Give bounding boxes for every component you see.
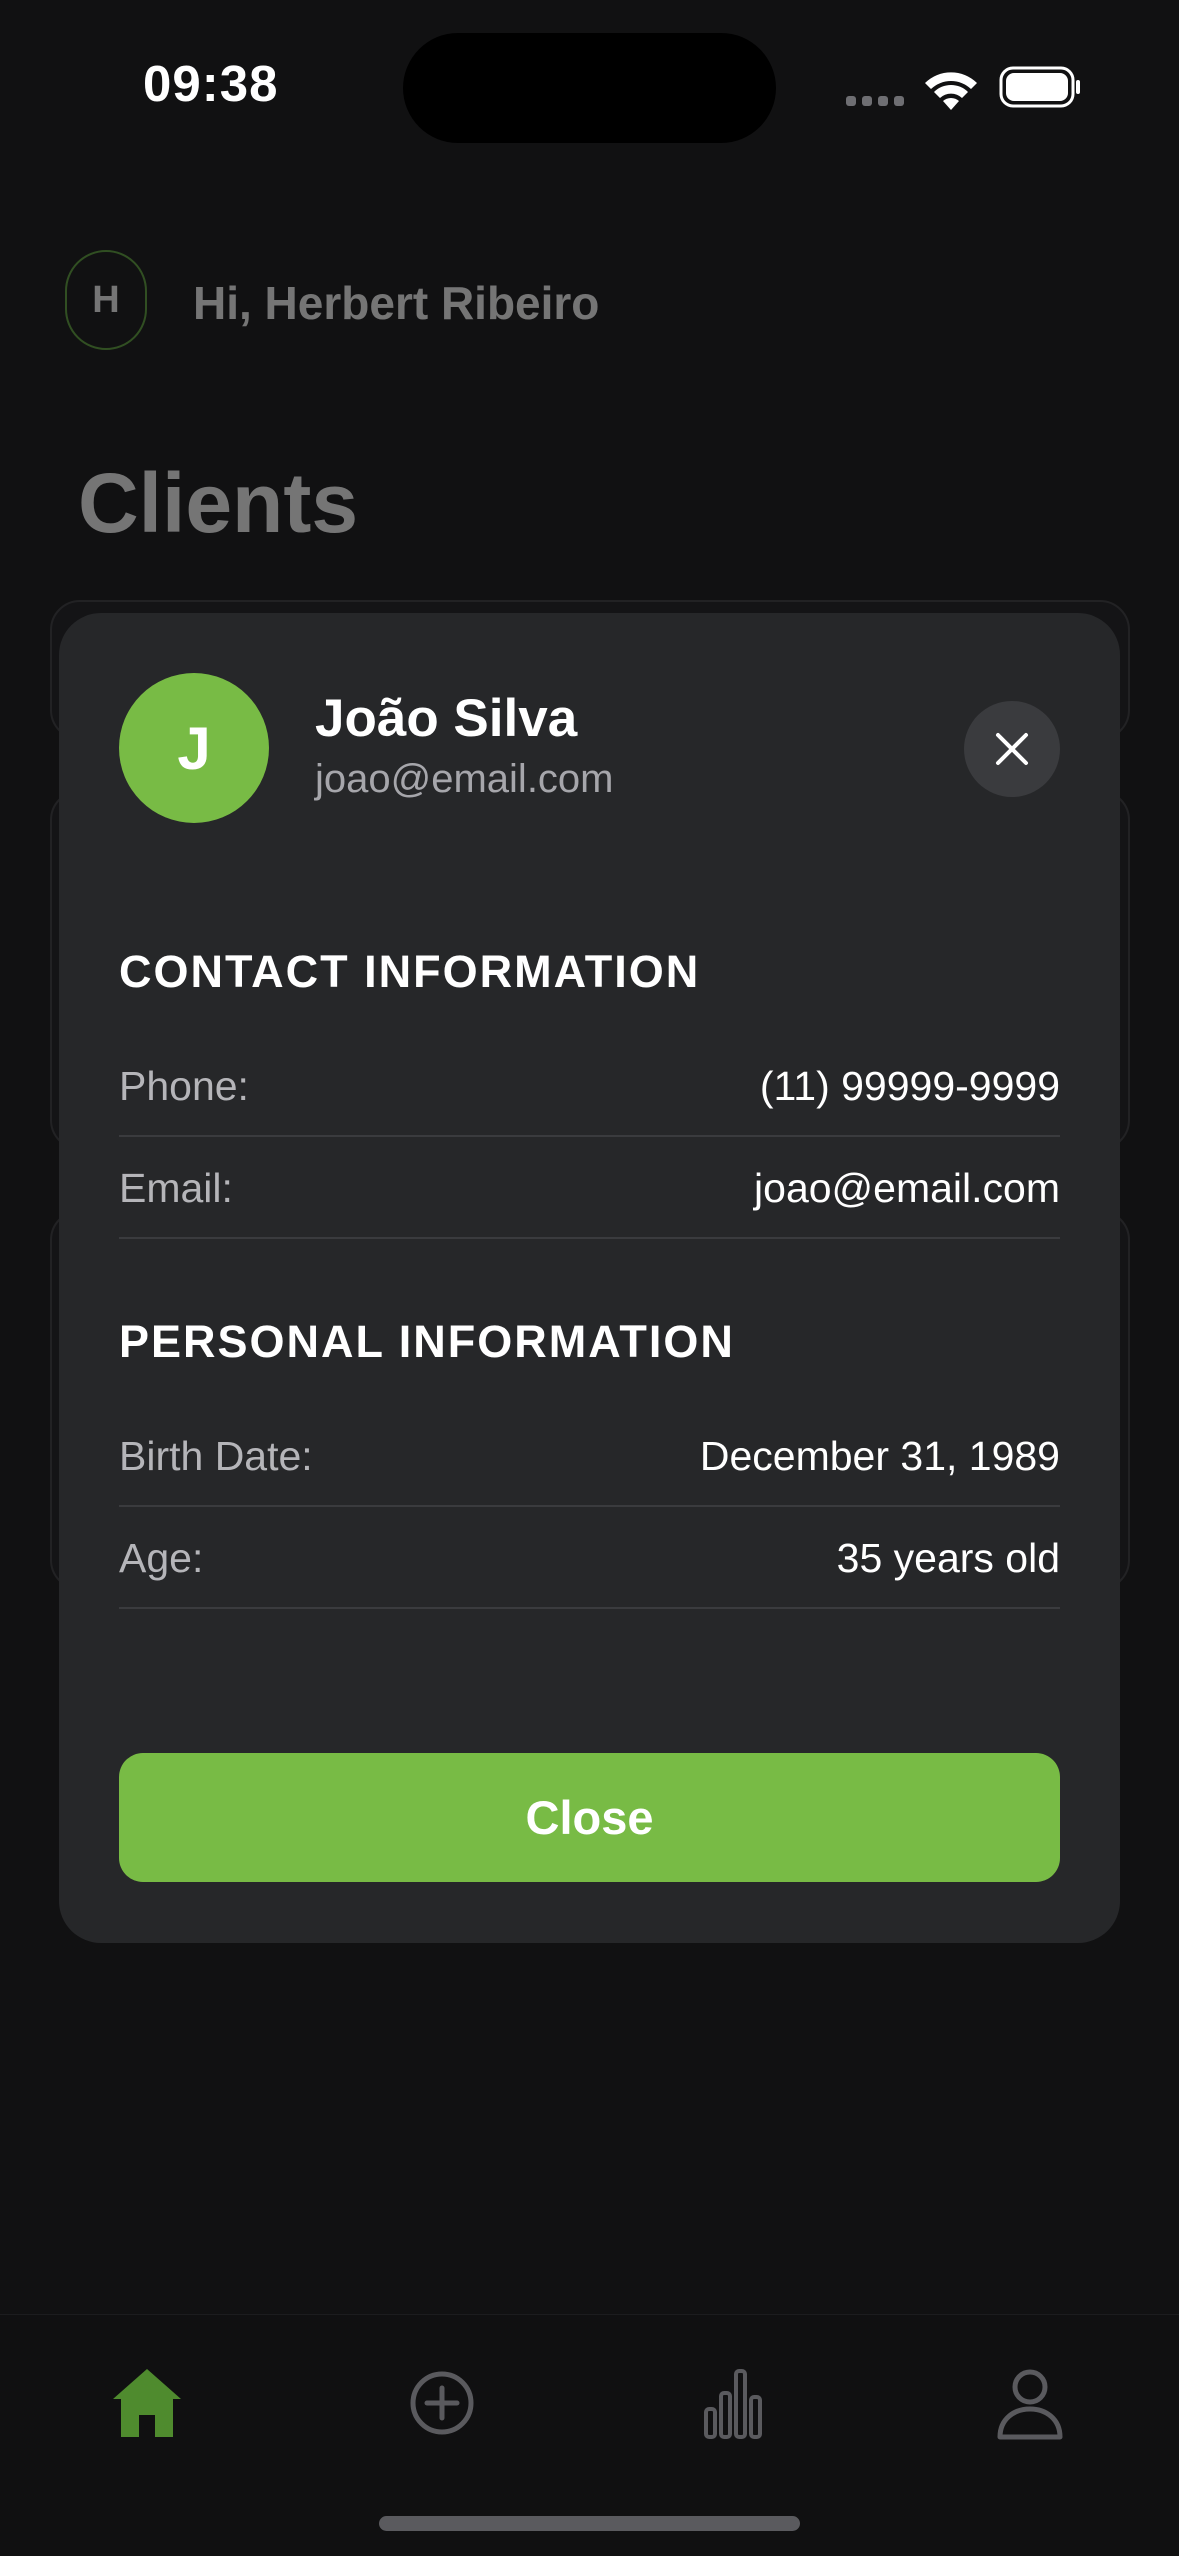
- info-label: Email:: [119, 1165, 233, 1211]
- greeting-text: Hi, Herbert Ribeiro: [193, 277, 600, 329]
- close-icon-button[interactable]: [964, 701, 1060, 797]
- bar-chart-icon[interactable]: [697, 2363, 777, 2443]
- client-email: joao@email.com: [315, 757, 614, 801]
- info-row-email: Email: joao@email.com: [119, 1137, 1060, 1239]
- home-indicator: [379, 2516, 800, 2531]
- info-value: (11) 99999-9999: [759, 1063, 1060, 1109]
- personal-section-title: PERSONAL INFORMATION: [119, 1316, 735, 1367]
- client-detail-modal: J João Silva joao@email.com CONTACT INFO…: [59, 613, 1120, 1943]
- info-label: Birth Date:: [119, 1433, 313, 1479]
- screen: 09:38 H Hi, Herbert Ribeiro Clients J Jo…: [0, 0, 1179, 2556]
- plus-circle-icon[interactable]: [402, 2363, 482, 2443]
- info-row-phone: Phone: (11) 99999-9999: [119, 1035, 1060, 1137]
- page-title: Clients: [78, 456, 359, 550]
- client-name: João Silva: [315, 689, 578, 748]
- info-value: December 31, 1989: [699, 1433, 1060, 1479]
- info-label: Phone:: [119, 1063, 249, 1109]
- info-value: joao@email.com: [754, 1165, 1060, 1211]
- contact-section-title: CONTACT INFORMATION: [119, 946, 701, 997]
- info-value: 35 years old: [836, 1535, 1060, 1581]
- user-avatar[interactable]: H: [65, 250, 147, 350]
- user-icon[interactable]: [990, 2363, 1070, 2443]
- home-icon[interactable]: [107, 2363, 187, 2443]
- info-row-age: Age: 35 years old: [119, 1507, 1060, 1609]
- client-avatar: J: [119, 673, 269, 823]
- close-icon: [996, 733, 1028, 765]
- info-row-birth-date: Birth Date: December 31, 1989: [119, 1405, 1060, 1507]
- info-label: Age:: [119, 1535, 204, 1581]
- close-button[interactable]: Close: [119, 1753, 1060, 1882]
